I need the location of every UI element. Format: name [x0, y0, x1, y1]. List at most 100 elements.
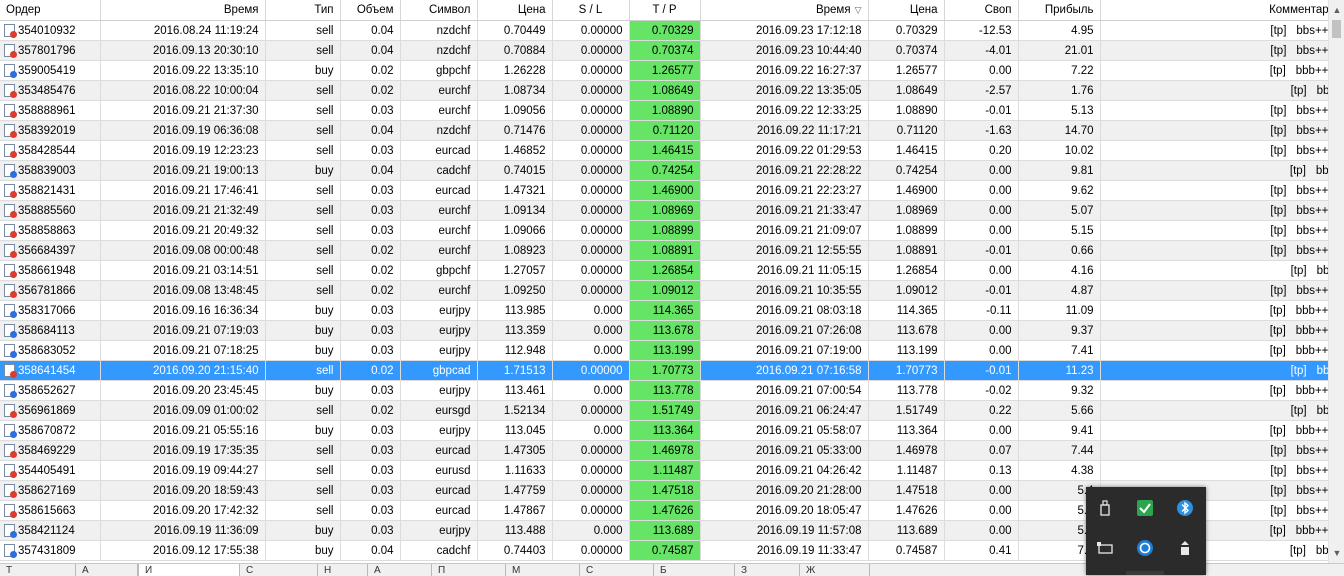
tab-10[interactable]: З — [735, 564, 800, 576]
tab-7[interactable]: М — [506, 564, 580, 576]
col-header-order[interactable]: Ордер — [0, 0, 101, 21]
col-header-sl[interactable]: S / L — [552, 0, 630, 21]
symbol-cell: eurusd — [400, 460, 478, 481]
close-price-cell: 113.678 — [868, 320, 945, 341]
close-price-cell: 1.47518 — [868, 480, 945, 501]
table-row[interactable]: 357801796 2016.09.13 20:30:10 sell 0.04 nzdc… — [0, 40, 1328, 61]
table-row[interactable]: 358683052 2016.09.21 07:18:25 buy 0.03 eurjp… — [0, 340, 1328, 361]
swap-cell: 0.00 — [944, 520, 1019, 541]
close-time-cell: 2016.09.22 13:35:05 — [700, 80, 869, 101]
order-number: 358392019 — [18, 125, 76, 137]
comment-tag: [tp] — [1270, 124, 1287, 137]
tp-cell: 1.11487 — [629, 460, 701, 481]
symbol-cell: eurchf — [400, 220, 478, 241]
green-check-icon[interactable] — [1136, 499, 1154, 517]
blue-circle-app-icon[interactable] — [1136, 539, 1154, 557]
close-price-cell: 0.70329 — [868, 20, 945, 41]
comment-tag: [tp] — [1269, 344, 1286, 357]
volume-cell: 0.02 — [340, 260, 401, 281]
close-time-cell: 2016.09.19 11:33:47 — [700, 540, 869, 561]
price-cell: 1.09134 — [477, 200, 553, 221]
open-time-cell: 2016.09.21 20:49:32 — [100, 220, 266, 241]
order-cell: 358670872 — [0, 420, 101, 441]
table-row[interactable]: 358885560 2016.09.21 21:32:49 sell 0.03 eurc… — [0, 200, 1328, 221]
network-adapter-icon[interactable] — [1096, 539, 1114, 557]
order-number: 358652627 — [18, 385, 76, 397]
comment-cell: [tp] bbs+++1 — [1100, 100, 1328, 121]
usb-eject-icon[interactable] — [1176, 539, 1194, 557]
swap-cell: 0.00 — [944, 260, 1019, 281]
type-cell: sell — [265, 120, 341, 141]
table-row[interactable]: 358317066 2016.09.16 16:36:34 buy 0.03 eurjp… — [0, 300, 1328, 321]
col-header-close-time[interactable]: Время ▽ — [700, 0, 869, 21]
table-row[interactable]: 358392019 2016.09.19 06:36:08 sell 0.04 nzdc… — [0, 120, 1328, 141]
col-header-volume[interactable]: Объем — [340, 0, 401, 21]
col-header-comment[interactable]: Комментарий — [1100, 0, 1328, 21]
order-cell: 358885560 — [0, 200, 101, 221]
scroll-up-icon[interactable]: ▲ — [1329, 2, 1344, 18]
comment-cell: [tp] bbs+++6 — [1100, 120, 1328, 141]
bluetooth-icon[interactable] — [1176, 499, 1194, 517]
table-row[interactable]: 358858863 2016.09.21 20:49:32 sell 0.03 eurc… — [0, 220, 1328, 241]
table-row[interactable]: 356961869 2016.09.09 01:00:02 sell 0.02 eurs… — [0, 400, 1328, 421]
tab-8[interactable]: С — [580, 564, 654, 576]
table-row[interactable]: 359005419 2016.09.22 13:35:10 buy 0.02 gbpch… — [0, 60, 1328, 81]
tab-3[interactable]: С — [240, 564, 318, 576]
order-number: 357801796 — [18, 45, 76, 57]
tab-0[interactable]: Т — [0, 564, 76, 576]
swap-cell: -12.53 — [944, 20, 1019, 41]
profit-cell: 0.66 — [1018, 240, 1101, 261]
close-price-cell: 1.46900 — [868, 180, 945, 201]
scroll-thumb[interactable] — [1332, 20, 1341, 38]
table-row[interactable]: 358670872 2016.09.21 05:55:16 buy 0.03 eurjp… — [0, 420, 1328, 441]
table-row[interactable]: 358428544 2016.09.19 12:23:23 sell 0.03 eurc… — [0, 140, 1328, 161]
tab-2[interactable]: И — [138, 564, 240, 576]
table-row[interactable]: 353485476 2016.08.22 10:00:04 sell 0.02 eurc… — [0, 80, 1328, 101]
comment-text: bbb+++4 — [1295, 524, 1328, 537]
col-header-type[interactable]: Тип — [265, 0, 341, 21]
tab-4[interactable]: Н — [318, 564, 368, 576]
col-header-symbol[interactable]: Символ — [400, 0, 478, 21]
scroll-down-icon[interactable]: ▼ — [1329, 545, 1344, 561]
open-time-cell: 2016.09.21 19:00:13 — [100, 160, 266, 181]
profit-cell: 11.23 — [1018, 360, 1101, 381]
tab-6[interactable]: П — [432, 564, 506, 576]
sl-cell: 0.00000 — [552, 360, 630, 381]
table-row[interactable]: 358821431 2016.09.21 17:46:41 sell 0.03 eurc… — [0, 180, 1328, 201]
table-row[interactable]: 358839003 2016.09.21 19:00:13 buy 0.04 cadch… — [0, 160, 1328, 181]
table-row[interactable]: 354010932 2016.08.24 11:19:24 sell 0.04 nzdc… — [0, 20, 1328, 41]
profit-cell: 1.76 — [1018, 80, 1101, 101]
tab-9[interactable]: Б — [654, 564, 735, 576]
table-row[interactable]: 358641454 2016.09.20 21:15:40 sell 0.02 gbpc… — [0, 360, 1328, 381]
volume-cell: 0.03 — [340, 100, 401, 121]
usb-drive-icon[interactable] — [1096, 499, 1114, 517]
comment-text: bbs0 — [1316, 404, 1328, 417]
vertical-scrollbar[interactable]: ▲ ▼ — [1328, 0, 1344, 563]
col-header-tp[interactable]: T / P — [629, 0, 701, 21]
table-row[interactable]: 358888961 2016.09.21 21:37:30 sell 0.03 eurc… — [0, 100, 1328, 121]
table-row[interactable]: 356781866 2016.09.08 13:48:45 sell 0.02 eurc… — [0, 280, 1328, 301]
open-time-cell: 2016.09.21 05:55:16 — [100, 420, 266, 441]
table-row[interactable]: 358684113 2016.09.21 07:19:03 buy 0.03 eurjp… — [0, 320, 1328, 341]
tab-5[interactable]: А — [368, 564, 432, 576]
col-header-profit[interactable]: Прибыль — [1018, 0, 1101, 21]
tab-11[interactable]: Ж — [800, 564, 870, 576]
symbol-cell: eurjpy — [400, 420, 478, 441]
table-row[interactable]: 358652627 2016.09.20 23:45:45 buy 0.03 eurjp… — [0, 380, 1328, 401]
profit-cell: 5.07 — [1018, 200, 1101, 221]
table-row[interactable]: 358469229 2016.09.19 17:35:35 sell 0.03 eurc… — [0, 440, 1328, 461]
table-row[interactable]: 354405491 2016.09.19 09:44:27 sell 0.03 euru… — [0, 460, 1328, 481]
order-number: 356961869 — [18, 405, 76, 417]
table-row[interactable]: 358661948 2016.09.21 03:14:51 sell 0.02 gbpc… — [0, 260, 1328, 281]
tab-1[interactable]: А — [76, 564, 138, 576]
col-header-close-price[interactable]: Цена — [868, 0, 945, 21]
buy-order-icon — [4, 64, 17, 78]
tp-cell: 1.46415 — [629, 140, 701, 161]
volume-cell: 0.03 — [340, 220, 401, 241]
col-header-open-time[interactable]: Время — [100, 0, 266, 21]
comment-cell: [tp] bbs0 — [1100, 400, 1328, 421]
price-cell: 0.74015 — [477, 160, 553, 181]
col-header-price[interactable]: Цена — [477, 0, 553, 21]
col-header-swap[interactable]: Своп — [944, 0, 1019, 21]
table-row[interactable]: 356684397 2016.09.08 00:00:48 sell 0.02 eurc… — [0, 240, 1328, 261]
